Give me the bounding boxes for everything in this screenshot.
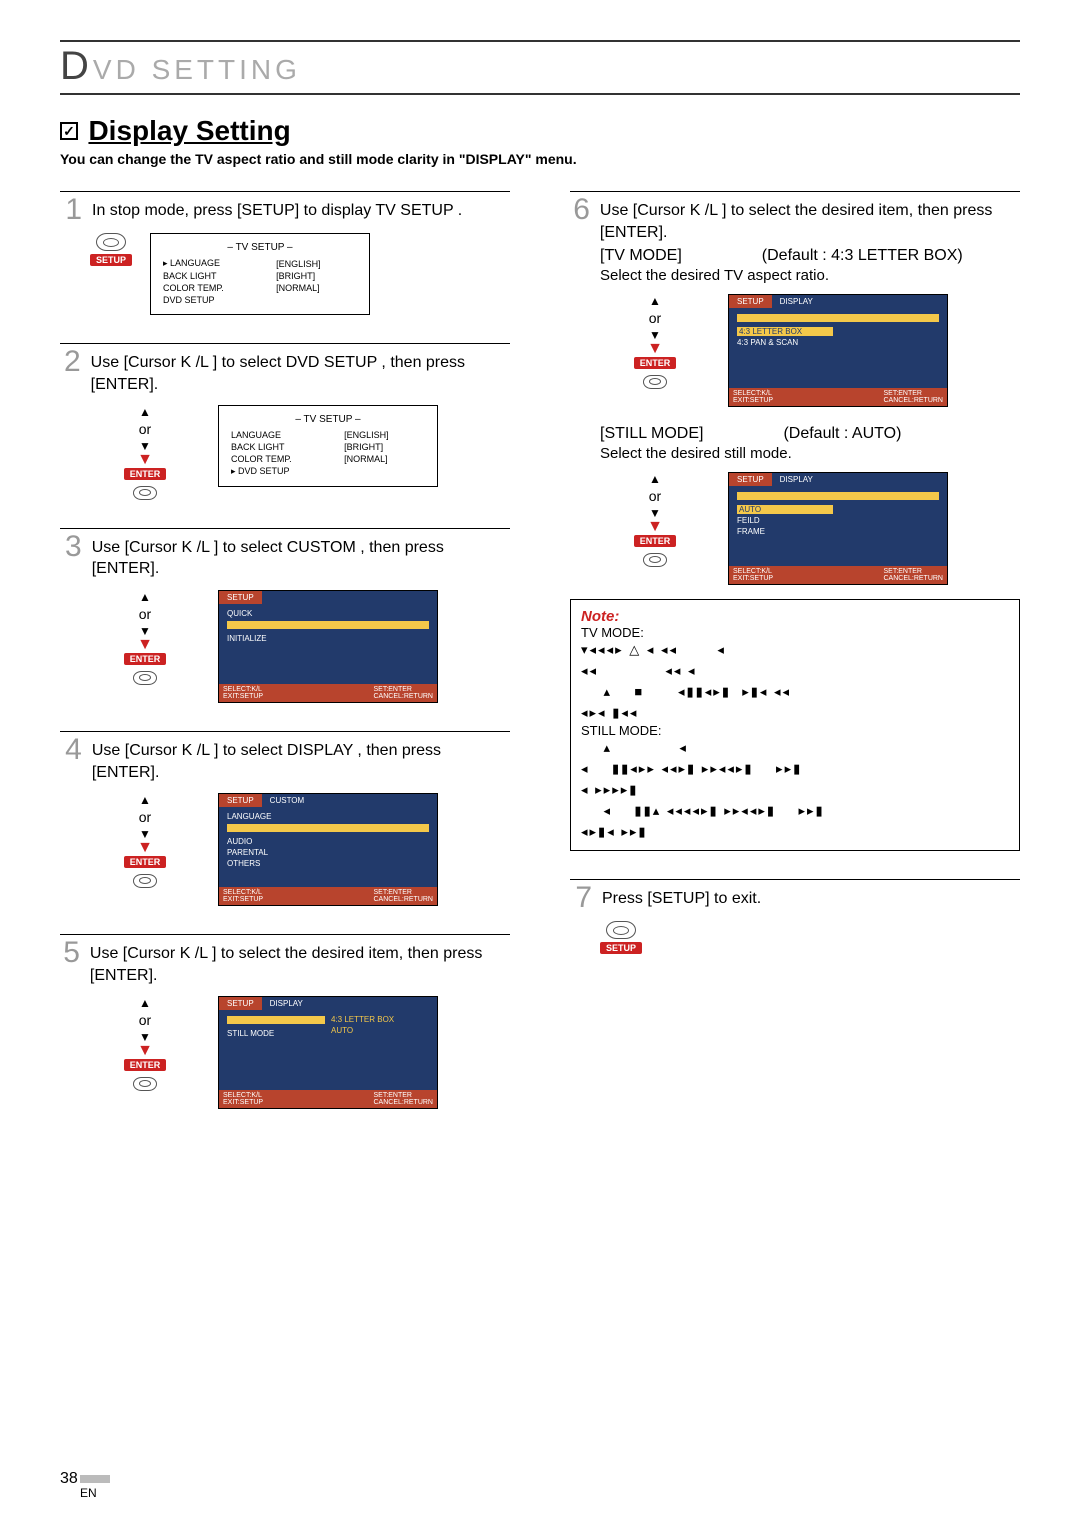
- note-symbols: ▾◂◂◂▸ △ ◂ ◂◂ ◂: [581, 640, 1009, 661]
- step-4: 4 Use [Cursor K /L ] to select DISPLAY ,…: [60, 731, 510, 906]
- right-column: 6 Use [Cursor K /L ] to select the desir…: [570, 191, 1020, 1137]
- step-1: 1 In stop mode, press [SETUP] to display…: [60, 191, 510, 315]
- note-title: Note:: [581, 608, 1009, 625]
- left-column: 1 In stop mode, press [SETUP] to display…: [60, 191, 510, 1137]
- enter-arrow-icon: ▼: [137, 455, 153, 465]
- cursor-remote-icon: or ▼ ENTER: [90, 405, 200, 500]
- section-title: Display Setting: [88, 115, 290, 147]
- osd-tv-mode: SETUPDISPLAY 4:3 LETTER BOX 4:3 PAN & SC…: [728, 294, 948, 407]
- step-2: 2 Use [Cursor K /L ] to select DVD SETUP…: [60, 343, 510, 500]
- note-tvmode-label: TV MODE:: [581, 625, 1009, 640]
- osd-custom-menu: SETUPCUSTOM LANGUAGE AUDIO PARENTAL OTHE…: [218, 793, 438, 906]
- note-stillmode-label: STILL MODE:: [581, 723, 1009, 738]
- setup-remote-icon: SETUP: [90, 233, 132, 266]
- step-3: 3 Use [Cursor K /L ] to select CUSTOM , …: [60, 528, 510, 703]
- step-7: 7 Press [SETUP] to exit. SETUP: [570, 879, 1020, 954]
- tv-mode-desc: Select the desired TV aspect ratio.: [600, 267, 1020, 284]
- header-d: D: [60, 44, 93, 88]
- tv-mode-default: (Default : 4:3 LETTER BOX): [762, 247, 963, 264]
- page-number: 38 EN: [60, 1470, 110, 1500]
- section-title-row: ✓ Display Setting: [60, 115, 1020, 151]
- page-header: DVD SETTING: [60, 40, 1020, 95]
- setup-remote-icon: SETUP: [600, 921, 642, 954]
- step-5: 5 Use [Cursor K /L ] to select the desir…: [60, 934, 510, 1109]
- step-num-1: 1: [60, 196, 82, 223]
- section-subtitle: You can change the TV aspect ratio and s…: [60, 151, 580, 167]
- step-text-1: In stop mode, press [SETUP] to display T…: [92, 196, 462, 222]
- note-box: Note: TV MODE: ▾◂◂◂▸ △ ◂ ◂◂ ◂ ◂◂ ◂◂ ◂ ▴ …: [570, 599, 1020, 851]
- header-title: DVD SETTING: [60, 54, 301, 85]
- still-mode-heading: [STILL MODE]: [600, 425, 703, 442]
- eye-icon: [133, 486, 157, 500]
- tv-mode-heading: [TV MODE]: [600, 247, 682, 264]
- up-arrow-icon: [139, 405, 151, 419]
- tv-setup-box-2: – TV SETUP – LANGUAGE[ENGLISH] BACK LIGH…: [218, 405, 438, 487]
- osd-display-menu: SETUPDISPLAY STILL MODE 4:3 LETTER BOX A…: [218, 996, 438, 1109]
- osd-still-mode: SETUPDISPLAY AUTO FEILD FRAME SELECT:K/L…: [728, 472, 948, 585]
- tv-setup-box-1: – TV SETUP – LANGUAGE[ENGLISH] BACK LIGH…: [150, 233, 370, 315]
- checkbox-icon: ✓: [60, 122, 78, 140]
- osd-setup-custom: SETUP QUICK INITIALIZE SELECT:K/L EXIT:S…: [218, 590, 438, 703]
- step-6: 6 Use [Cursor K /L ] to select the desir…: [570, 191, 1020, 851]
- eye-icon: [96, 233, 126, 251]
- up-arrow-icon: [139, 590, 151, 604]
- still-mode-desc: Select the desired still mode.: [600, 445, 1020, 462]
- setup-label: SETUP: [90, 254, 132, 266]
- still-mode-default: (Default : AUTO): [783, 425, 901, 442]
